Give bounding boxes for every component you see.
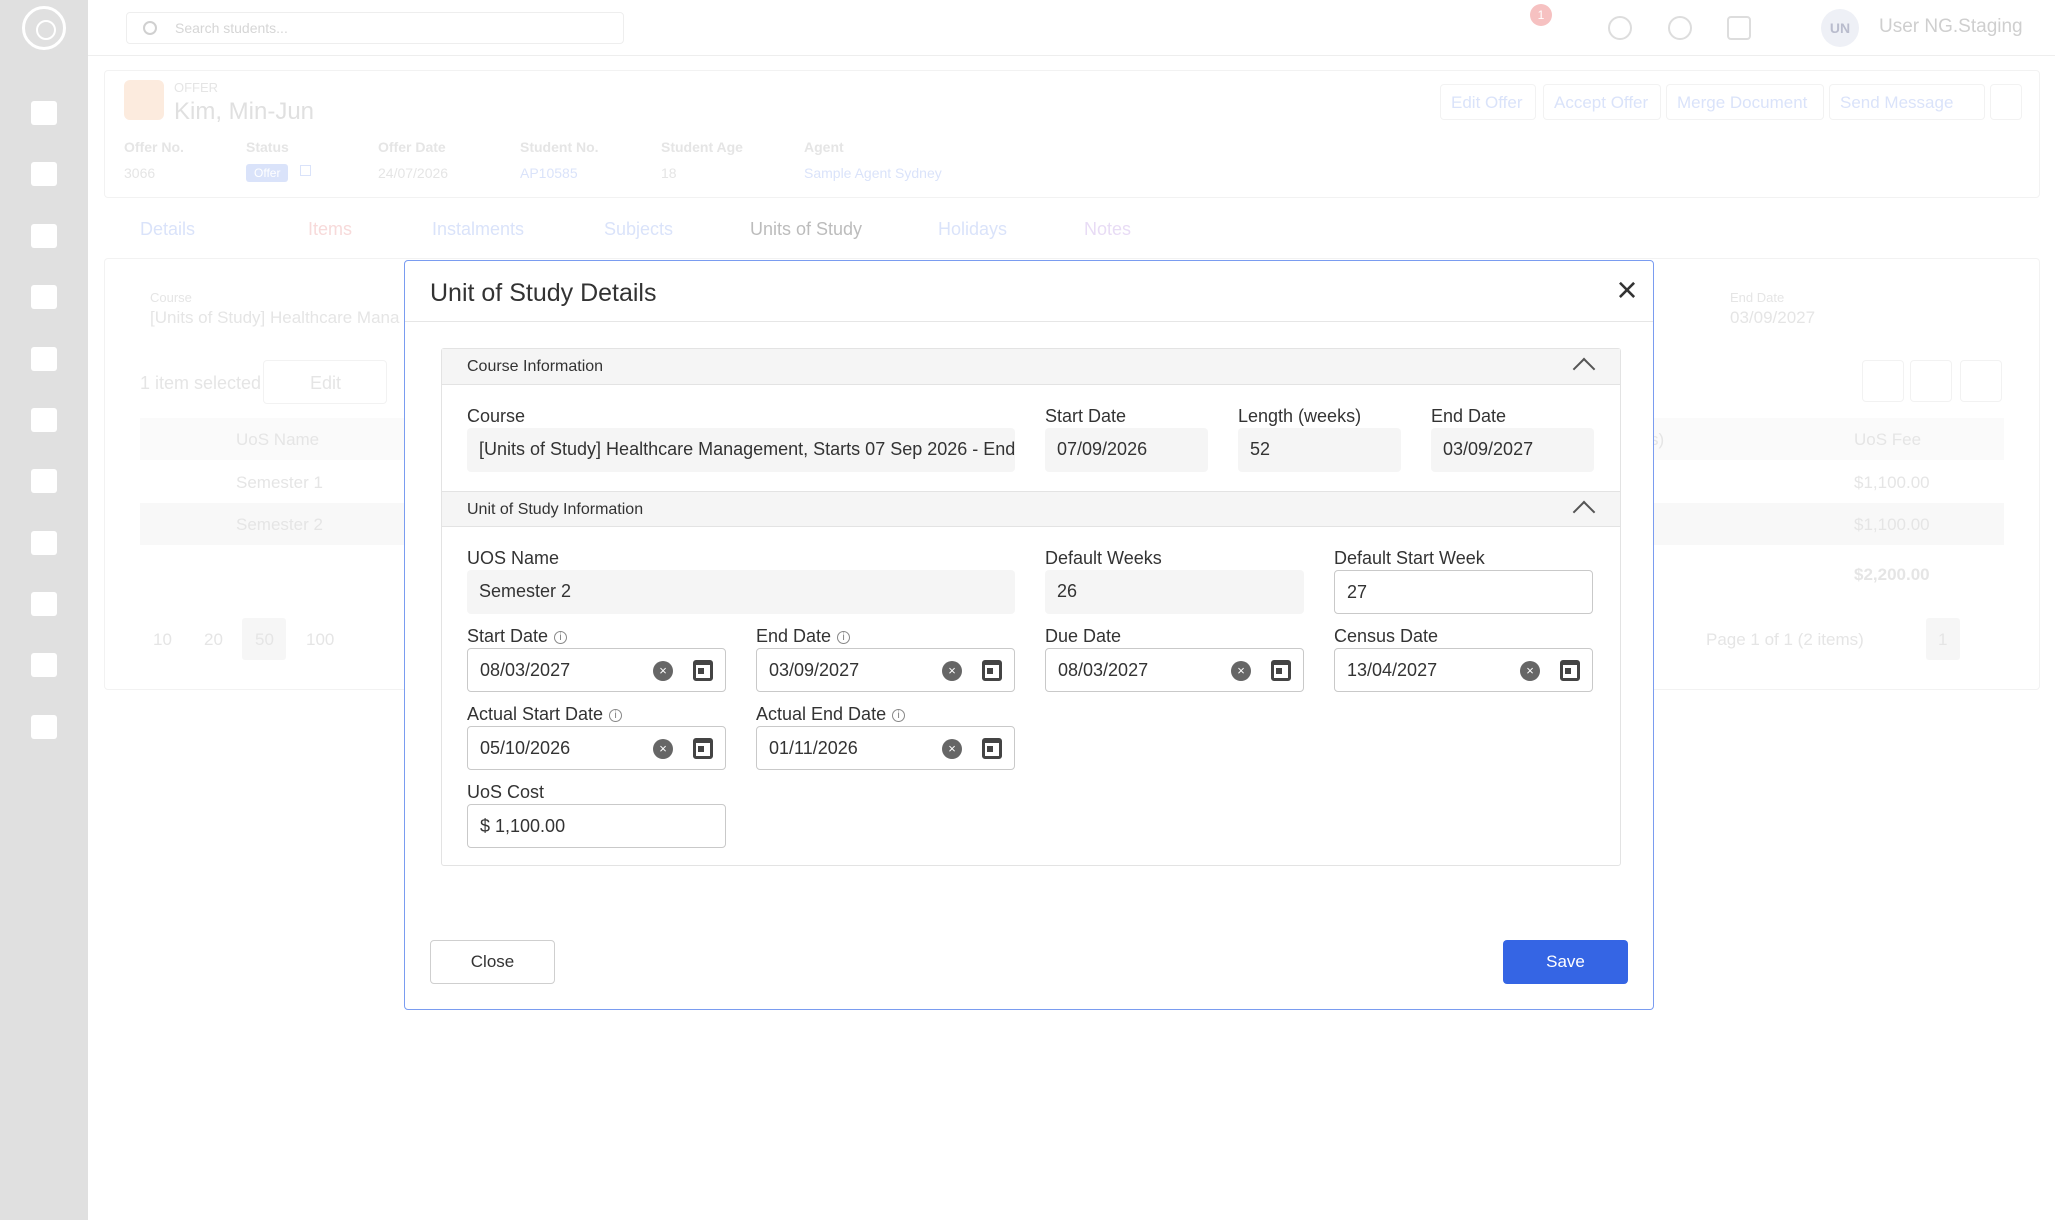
user-name[interactable]: User NG.Staging xyxy=(1879,16,2023,38)
documents-icon[interactable] xyxy=(31,469,57,493)
calendar-icon[interactable] xyxy=(693,660,713,681)
default-start-week-label: Default Start Week xyxy=(1334,548,1485,568)
help-icon[interactable] xyxy=(1668,16,1692,40)
course-label: Course xyxy=(467,406,526,426)
actual-end-date-label: Actual End Date i xyxy=(756,704,906,725)
chevron-up-icon[interactable] xyxy=(1572,500,1596,524)
reports-icon[interactable] xyxy=(31,653,57,677)
topbar: Search students... UN User NG.Staging xyxy=(88,0,2055,56)
course-info-header[interactable]: Course Information xyxy=(442,349,1620,385)
uos-end-date-label: End Date i xyxy=(756,626,851,647)
course-field: [Units of Study] Healthcare Management, … xyxy=(467,428,1015,472)
actual-start-date-input[interactable]: 05/10/2026 × xyxy=(467,726,726,770)
finance-icon[interactable] xyxy=(31,347,57,371)
save-button[interactable]: Save xyxy=(1503,940,1628,984)
info-icon[interactable]: i xyxy=(609,709,623,722)
clear-icon[interactable]: × xyxy=(653,661,673,681)
end-date-field: 03/09/2027 xyxy=(1431,428,1594,472)
clear-icon[interactable]: × xyxy=(1231,661,1251,681)
default-start-week-input[interactable]: 27 xyxy=(1334,570,1593,614)
due-date-input[interactable]: 08/03/2027 × xyxy=(1045,648,1304,692)
dialog-title: Unit of Study Details xyxy=(430,279,657,307)
header-divider xyxy=(405,321,1653,322)
calendar-icon[interactable] xyxy=(1271,660,1291,681)
uos-cost-label: UoS Cost xyxy=(467,782,545,802)
clear-icon[interactable]: × xyxy=(1520,661,1540,681)
census-date-label: Census Date xyxy=(1334,626,1439,646)
uos-info-header[interactable]: Unit of Study Information xyxy=(442,491,1620,527)
uos-end-date-input[interactable]: 03/09/2027 × xyxy=(756,648,1015,692)
calendar-icon[interactable] xyxy=(1560,660,1580,681)
uos-start-date-input[interactable]: 08/03/2027 × xyxy=(467,648,726,692)
due-date-label: Due Date xyxy=(1045,626,1122,646)
close-icon[interactable]: × xyxy=(1612,272,1642,308)
chat-icon[interactable] xyxy=(1727,16,1751,40)
end-date-label: End Date xyxy=(1431,406,1507,426)
calendar-icon[interactable] xyxy=(982,738,1002,759)
notification-badge: 1 xyxy=(1530,4,1552,26)
length-weeks-label: Length (weeks) xyxy=(1238,406,1362,426)
clear-icon[interactable]: × xyxy=(653,739,673,759)
calendar-icon[interactable] xyxy=(693,738,713,759)
courses-icon[interactable] xyxy=(31,408,57,432)
clear-icon[interactable]: × xyxy=(942,739,962,759)
uos-cost-input[interactable]: $ 1,100.00 xyxy=(467,804,726,848)
sidebar xyxy=(0,0,88,1220)
offers-icon[interactable] xyxy=(31,224,57,248)
students-icon[interactable] xyxy=(31,162,57,186)
chevron-up-icon[interactable] xyxy=(1572,357,1596,381)
uos-info-title: Unit of Study Information xyxy=(467,501,644,518)
info-icon[interactable]: i xyxy=(892,709,906,722)
start-date-field: 07/09/2026 xyxy=(1045,428,1208,472)
dashboard-icon[interactable] xyxy=(31,101,57,125)
agents-icon[interactable] xyxy=(31,531,57,555)
notifications-bell-icon[interactable] xyxy=(1608,16,1632,40)
settings-sliders-icon[interactable] xyxy=(31,715,57,739)
start-date-label: Start Date xyxy=(1045,406,1127,426)
actual-start-date-label: Actual Start Date i xyxy=(467,704,623,725)
course-info-title: Course Information xyxy=(467,358,604,375)
actual-end-date-input[interactable]: 01/11/2026 × xyxy=(756,726,1015,770)
census-date-input[interactable]: 13/04/2027 × xyxy=(1334,648,1593,692)
search-input[interactable]: Search students... xyxy=(126,12,624,44)
unit-of-study-dialog: Unit of Study Details × Course Informati… xyxy=(404,260,1654,1010)
uos-name-field: Semester 2 xyxy=(467,570,1015,614)
calendar-icon[interactable] xyxy=(982,660,1002,681)
clear-icon[interactable]: × xyxy=(942,661,962,681)
default-weeks-label: Default Weeks xyxy=(1045,548,1162,568)
groups-icon[interactable] xyxy=(31,592,57,616)
info-icon[interactable]: i xyxy=(837,631,851,644)
uos-start-date-label: Start Date i xyxy=(467,626,568,647)
uos-name-label: UOS Name xyxy=(467,548,560,568)
length-weeks-field: 52 xyxy=(1238,428,1401,472)
close-button[interactable]: Close xyxy=(430,940,555,984)
info-icon[interactable]: i xyxy=(554,631,568,644)
details-panel: Course Information Course [Units of Stud… xyxy=(441,348,1621,866)
app-logo-icon[interactable] xyxy=(22,6,66,50)
search-icon xyxy=(143,21,157,35)
avatar[interactable]: UN xyxy=(1821,9,1859,47)
layout-icon[interactable] xyxy=(31,285,57,309)
default-weeks-field: 26 xyxy=(1045,570,1304,614)
